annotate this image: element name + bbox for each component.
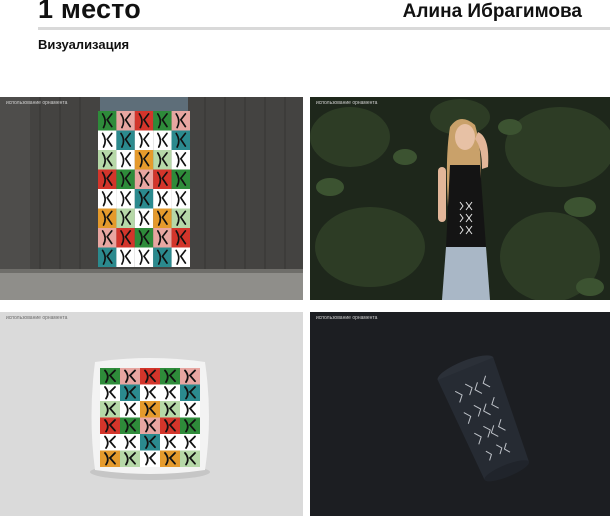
section-subtitle: Визуализация <box>38 37 130 52</box>
pillow-image: использование орнамента <box>0 312 303 516</box>
pillow-illustration <box>0 312 303 516</box>
panel-caption: использование орнамента <box>6 315 68 321</box>
panel-caption: использование орнамента <box>316 315 378 321</box>
panel-caption: использование орнамента <box>316 100 378 106</box>
author-name: Алина Ибрагимова <box>402 1 582 22</box>
building-facade-illustration <box>0 97 303 300</box>
page-title: 1 место <box>38 0 141 24</box>
header-divider <box>38 27 610 30</box>
model-tanktop-image: использование орнамента <box>310 97 610 300</box>
model-photo-illustration <box>310 97 610 300</box>
paper-cup-image: использование орнамента <box>310 312 610 516</box>
paper-cup-illustration <box>310 312 610 516</box>
panel-caption: использование орнамента <box>6 100 68 106</box>
ornament-banner <box>98 111 190 267</box>
ornament-pillow-pattern <box>100 368 200 467</box>
building-banner-image: использование орнамента <box>0 97 303 300</box>
